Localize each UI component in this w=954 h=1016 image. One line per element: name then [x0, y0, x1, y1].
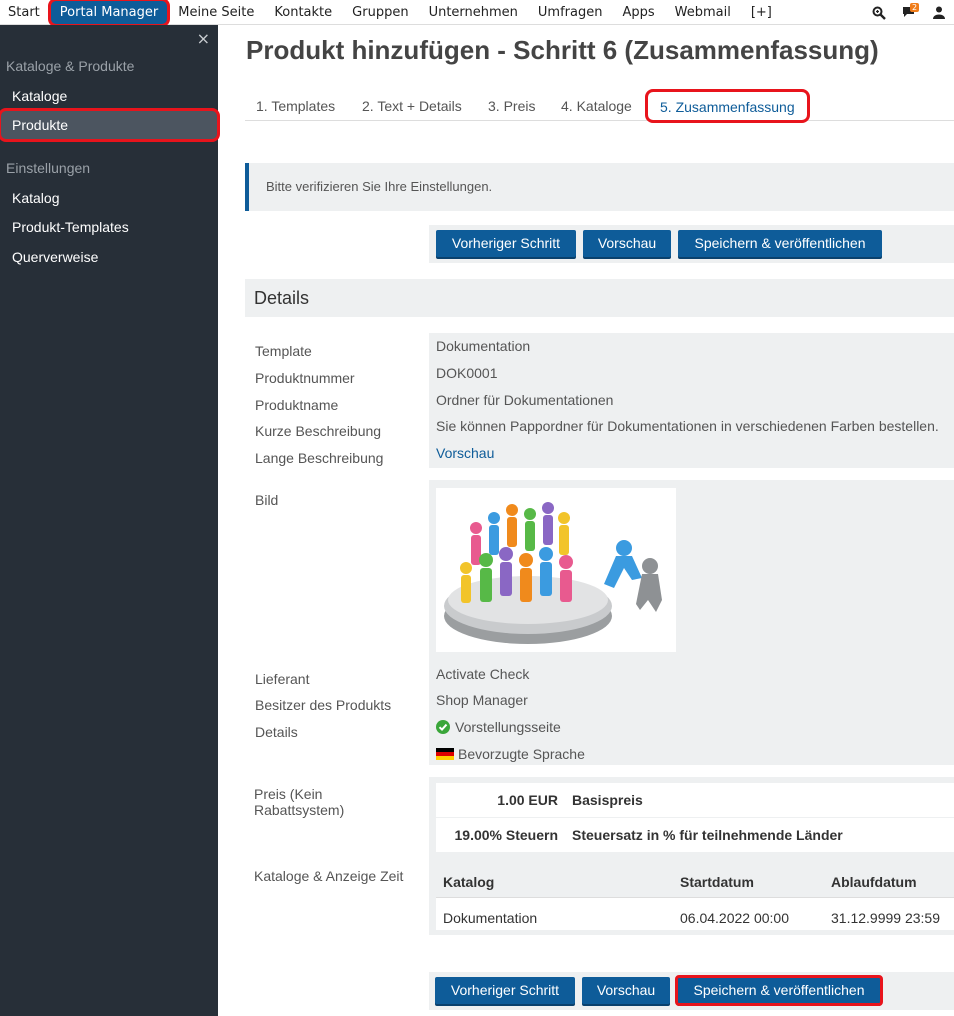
- price-box: 1.00 EUR Basispreis 19.00% Steuern Steue…: [429, 777, 954, 857]
- price-label: Preis (Kein Rabattsystem): [254, 786, 345, 818]
- details-preferred-language: Bevorzugte Sprache: [436, 746, 585, 762]
- chat-icon[interactable]: 2: [894, 0, 924, 25]
- nav-kontakte[interactable]: Kontakte: [264, 0, 342, 25]
- tab-text-details[interactable]: 2. Text + Details: [362, 91, 462, 121]
- header-ablaufdatum: Ablaufdatum: [831, 874, 917, 890]
- details-heading: Details: [245, 279, 954, 317]
- details-preferred-language-text: Bevorzugte Sprache: [458, 746, 585, 762]
- details-intro-page: Vorstellungsseite: [436, 719, 561, 735]
- prev-step-button-bottom[interactable]: Vorheriger Schritt: [435, 977, 575, 1004]
- tab-zusammenfassung[interactable]: 5. Zusammenfassung: [645, 89, 810, 123]
- button-bar-bottom: Vorheriger Schritt Vorschau Speichern & …: [429, 972, 954, 1010]
- save-publish-button-bottom[interactable]: Speichern & veröffentlichen: [675, 975, 883, 1006]
- image-label: Bild: [255, 492, 279, 508]
- sidebar: × Kataloge & Produkte Kataloge Produkte …: [0, 25, 220, 1016]
- tab-templates[interactable]: 1. Templates: [256, 91, 335, 121]
- sidebar-item-querverweise[interactable]: Querverweise: [0, 242, 218, 272]
- sidebar-item-katalog[interactable]: Katalog: [0, 183, 218, 213]
- info-alert: Bitte verifizieren Sie Ihre Einstellunge…: [245, 163, 954, 211]
- details-label: Details: [255, 724, 298, 740]
- price-description: Basispreis: [572, 792, 643, 808]
- header-katalog: Katalog: [443, 874, 495, 890]
- preview-button[interactable]: Vorschau: [583, 230, 671, 257]
- sidebar-item-kataloge[interactable]: Kataloge: [0, 81, 218, 111]
- tab-kataloge[interactable]: 4. Kataloge: [561, 91, 632, 121]
- german-flag-icon: [436, 748, 454, 760]
- wizard-tabs: 1. Templates 2. Text + Details 3. Preis …: [245, 89, 954, 123]
- prev-step-button[interactable]: Vorheriger Schritt: [436, 230, 576, 257]
- header-startdatum: Startdatum: [680, 874, 754, 890]
- user-icon[interactable]: [924, 0, 954, 25]
- template-label: Template: [255, 343, 312, 359]
- catalogs-table-header: Katalog Startdatum Ablaufdatum: [436, 866, 954, 898]
- supplier-label: Lieferant: [255, 671, 310, 687]
- short-description-label: Kurze Beschreibung: [255, 423, 382, 439]
- row-startdatum: 06.04.2022 00:00: [680, 910, 789, 926]
- nav-umfragen[interactable]: Umfragen: [528, 0, 613, 25]
- nav-gruppen[interactable]: Gruppen: [342, 0, 418, 25]
- catalogs-table: Katalog Startdatum Ablaufdatum Dokumenta…: [436, 866, 954, 930]
- long-description-label: Lange Beschreibung: [255, 450, 384, 466]
- template-value: Dokumentation: [436, 338, 531, 354]
- price-row-base: 1.00 EUR Basispreis: [436, 783, 954, 817]
- sidebar-item-produkte[interactable]: Produkte: [0, 108, 220, 142]
- supplier-value: Activate Check: [436, 666, 530, 682]
- product-name-value: Ordner für Dokumentationen: [436, 392, 614, 408]
- tax-amount: 19.00% Steuern: [454, 827, 559, 843]
- page-title: Produkt hinzufügen - Schritt 6 (Zusammen…: [246, 35, 879, 65]
- nav-start[interactable]: Start: [0, 0, 50, 25]
- price-row-tax: 19.00% Steuern Steuersatz in % für teiln…: [436, 818, 954, 852]
- nav-icons: 2: [864, 0, 954, 25]
- details-intro-page-text: Vorstellungsseite: [455, 719, 561, 735]
- tax-description: Steuersatz in % für teilnehmende Länder: [572, 827, 843, 843]
- nav-webmail[interactable]: Webmail: [665, 0, 741, 25]
- preview-button-bottom[interactable]: Vorschau: [582, 977, 670, 1004]
- tab-preis[interactable]: 3. Preis: [488, 91, 535, 121]
- nav-portal-manager[interactable]: Portal Manager: [47, 0, 171, 27]
- main-content: Produkt hinzufügen - Schritt 6 (Zusammen…: [218, 25, 954, 1016]
- sidebar-section-catalogs: Kataloge & Produkte: [6, 58, 135, 74]
- button-bar-top: Vorheriger Schritt Vorschau Speichern & …: [429, 225, 954, 263]
- notification-badge: 2: [910, 3, 920, 12]
- product-name-label: Produktname: [255, 397, 339, 413]
- owner-label: Besitzer des Produkts: [255, 697, 392, 713]
- product-number-label: Produktnummer: [255, 370, 355, 386]
- product-image: [436, 488, 676, 652]
- price-amount: 1.00 EUR: [497, 792, 558, 808]
- row-ablaufdatum: 31.12.9999 23:59: [831, 910, 940, 926]
- long-description-preview-link[interactable]: Vorschau: [436, 445, 494, 461]
- check-circle-icon: [436, 720, 450, 734]
- nav-add[interactable]: [+]: [741, 0, 782, 25]
- nav-apps[interactable]: Apps: [612, 0, 664, 25]
- catalogs-label: Kataloge & Anzeige Zeit: [254, 868, 404, 884]
- nav-meine-seite[interactable]: Meine Seite: [168, 0, 264, 25]
- product-number-value: DOK0001: [436, 365, 498, 381]
- top-navigation: Start Portal Manager Meine Seite Kontakt…: [0, 0, 954, 27]
- nav-unternehmen[interactable]: Unternehmen: [419, 0, 528, 25]
- catalogs-box: Katalog Startdatum Ablaufdatum Dokumenta…: [429, 857, 954, 935]
- short-description-value: Sie können Pappordner für Dokumentatione…: [436, 418, 939, 434]
- close-icon[interactable]: ×: [197, 29, 210, 48]
- row-katalog: Dokumentation: [443, 910, 538, 926]
- owner-value: Shop Manager: [436, 692, 528, 708]
- save-publish-button[interactable]: Speichern & veröffentlichen: [678, 230, 882, 257]
- sidebar-item-produkt-templates[interactable]: Produkt-Templates: [0, 212, 218, 242]
- search-icon[interactable]: [864, 0, 894, 25]
- sidebar-section-settings: Einstellungen: [6, 160, 91, 176]
